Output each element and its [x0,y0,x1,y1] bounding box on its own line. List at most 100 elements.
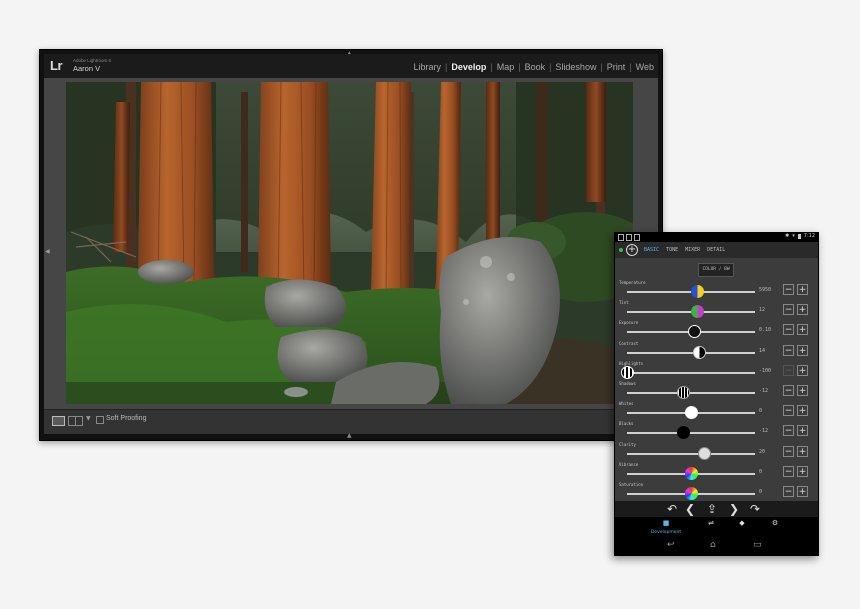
highlights-knob-icon[interactable] [621,365,634,379]
exposure-knob-icon[interactable] [687,325,701,339]
whites-knob-icon[interactable] [685,406,698,420]
slider-value: 20 [759,448,766,455]
module-map[interactable]: Map [493,62,519,72]
home-icon[interactable]: ⌂ [710,540,716,550]
slider-track[interactable] [627,452,755,455]
decrement-button[interactable]: − [783,405,794,417]
slider-track[interactable] [627,392,755,394]
decrement-button[interactable]: − [783,284,794,295]
increment-button[interactable]: + [797,425,808,437]
increment-button[interactable]: + [797,344,808,356]
photo-preview[interactable] [66,82,633,404]
decrement-button[interactable]: − [783,304,794,316]
slider-value: 0.10 [759,327,772,334]
tab-basic[interactable]: BASIC [644,247,659,253]
lightroom-logo: Lr [50,58,63,73]
redo-icon[interactable]: ↷ [750,501,760,517]
tab-detail[interactable]: DETAIL [707,247,725,253]
notification-icon [634,234,640,241]
export-icon[interactable]: ⇪ [707,501,717,517]
decrement-button[interactable]: − [783,425,794,437]
decrement-button[interactable]: − [783,385,794,396]
bluetooth-icon: ✱ [785,233,790,239]
camera-icon: ■ [662,519,670,527]
decrement-button[interactable]: − [783,445,794,457]
temp-knob-icon[interactable] [691,285,705,298]
undo-icon[interactable]: ↶ [667,501,677,517]
decrement-button[interactable]: − [783,465,794,477]
clarity-knob-icon[interactable] [697,446,711,460]
module-slideshow[interactable]: Slideshow [551,62,600,72]
module-picker: Library | Develop | Map | Book | Slidesh… [409,62,658,72]
slider-vibrance: Vibrance 0 − + [615,462,818,482]
recents-icon[interactable]: ▭ [753,540,762,550]
before-after-button[interactable] [68,416,83,426]
notification-icon [626,234,632,241]
increment-button[interactable]: + [797,385,808,396]
increment-button[interactable]: + [797,324,808,336]
increment-button[interactable]: + [797,304,808,316]
decrement-button[interactable]: − [783,344,794,356]
tablet-device: ✱ ▾ 7:12 + BASIC TONE MIXER DETAIL COLOR… [614,232,819,556]
saturation-knob-icon[interactable] [685,487,698,500]
module-develop[interactable]: Develop [447,62,490,72]
vibrance-knob-icon[interactable] [685,466,698,480]
view-options-arrow-icon[interactable]: ▼ [86,415,91,422]
notification-icons [618,234,640,241]
develop-canvas: ◀ [44,78,658,409]
nav-development[interactable]: ■ Development [646,519,686,537]
decrement-button[interactable]: − [783,324,794,336]
slider-track[interactable] [627,351,755,354]
slider-blacks: Blacks -12 − + [615,421,818,441]
tint-knob-icon[interactable] [691,305,705,319]
module-book[interactable]: Book [521,62,550,72]
tab-mixer[interactable]: MIXER [685,247,700,253]
tab-tone[interactable]: TONE [666,247,678,253]
gear-icon: ⚙ [771,519,779,527]
module-library[interactable]: Library [409,62,445,72]
clock: 7:12 [803,233,815,239]
soft-proofing-checkbox[interactable] [96,416,104,424]
module-print[interactable]: Print [603,62,630,72]
blacks-knob-icon[interactable] [677,426,691,440]
shadows-knob-icon[interactable] [677,386,691,399]
decrement-button[interactable]: − [783,486,794,497]
next-photo-icon[interactable]: ❯ [729,501,739,517]
status-right: ✱ ▾ 7:12 [785,233,815,239]
add-icon[interactable]: + [626,244,638,256]
previous-photo-icon[interactable]: ❮ [685,501,695,517]
slider-temp: Temperature 5950 − + [615,280,818,300]
increment-button[interactable]: + [797,284,808,295]
lightroom-header: Lr Adobe Lightroom 6 Aaron V Library | D… [44,54,658,78]
increment-button[interactable]: + [797,405,808,417]
soft-proofing-label: Soft Proofing [106,415,147,422]
filmstrip-toggle-icon[interactable]: ▲ [347,433,352,439]
slider-value: 0 [759,468,763,475]
increment-button[interactable]: + [797,364,808,376]
wifi-icon: ▾ [792,233,795,239]
slider-track[interactable] [627,371,755,374]
slider-label: Contrast [619,340,639,346]
android-status-bar: ✱ ▾ 7:12 [615,233,818,242]
lightroom-window: ▲ Lr Adobe Lightroom 6 Aaron V Library |… [39,49,663,441]
slider-whites: Whites 0 − + [615,401,818,421]
user-name: Aaron V [73,64,101,73]
back-icon[interactable]: ↩ [667,540,675,550]
increment-button[interactable]: + [797,445,808,457]
notification-icon [618,234,624,241]
decrement-button[interactable]: − [783,364,794,376]
color-bw-toggle[interactable]: COLOR / BW [698,263,734,277]
slider-value: 14 [759,347,766,354]
nav-settings[interactable]: ⚙ [755,519,795,528]
cube-icon: ◆ [739,519,745,527]
loupe-view-button[interactable] [52,416,65,426]
slider-label: Clarity [619,441,636,447]
contrast-knob-icon[interactable] [692,345,706,359]
left-panel-toggle-icon[interactable]: ◀ [45,248,50,255]
battery-icon [797,233,801,239]
slider-label: Tint [619,300,629,306]
module-web[interactable]: Web [632,62,658,72]
increment-button[interactable]: + [797,486,808,497]
increment-button[interactable]: + [797,465,808,477]
slider-track[interactable] [627,432,755,435]
